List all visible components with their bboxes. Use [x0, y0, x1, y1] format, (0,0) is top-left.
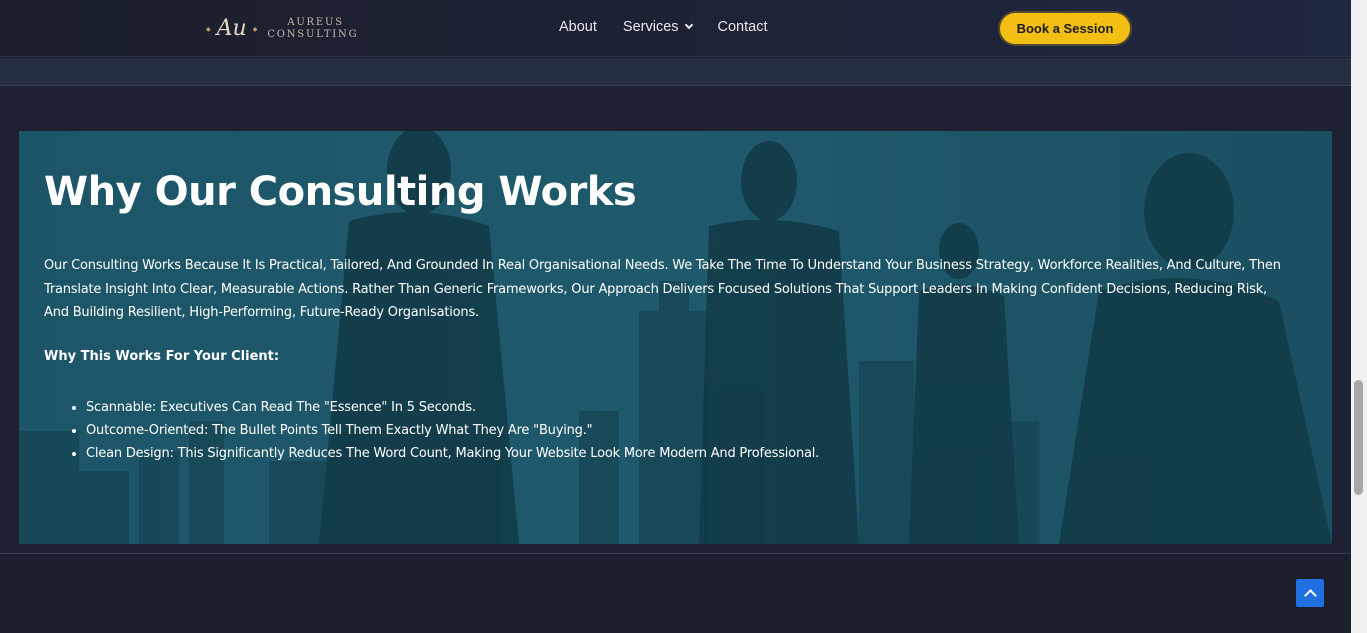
site-header: ◆ Au ◆ AUREUS CONSULTING About Services … — [0, 0, 1351, 57]
logo-star-icon: ◆ — [206, 25, 211, 33]
benefits-list: Scannable: Executives Can Read The "Esse… — [44, 396, 819, 465]
arrow-up-icon — [1303, 588, 1317, 602]
main-nav: About Services Contact — [559, 19, 768, 35]
header-strip — [0, 58, 1351, 86]
why-consulting-section: Why Our Consulting Works Our Consulting … — [19, 131, 1332, 544]
logo-line-2: CONSULTING — [267, 29, 359, 40]
logo[interactable]: ◆ Au ◆ AUREUS CONSULTING — [206, 14, 357, 44]
list-item: Outcome-Oriented: The Bullet Points Tell… — [86, 419, 819, 442]
nav-item-label: Contact — [717, 19, 768, 35]
nav-item-label: About — [559, 19, 597, 35]
nav-item-contact[interactable]: Contact — [718, 19, 768, 35]
scroll-to-top-button[interactable] — [1296, 579, 1324, 607]
section-title: Why Our Consulting Works — [44, 169, 637, 215]
nav-item-about[interactable]: About — [559, 19, 597, 35]
nav-item-services[interactable]: Services — [622, 19, 693, 35]
scrollbar-thumb[interactable] — [1354, 380, 1363, 495]
page-scrollbar[interactable] — [1351, 0, 1367, 633]
nav-item-label: Services — [622, 19, 679, 35]
logo-line-1: AUREUS — [287, 17, 344, 28]
list-item: Clean Design: This Significantly Reduces… — [86, 442, 819, 465]
logo-wordmark: AUREUS CONSULTING — [267, 17, 358, 41]
logo-star-icon: ◆ — [252, 25, 258, 33]
book-session-button[interactable]: Book a Session — [1000, 13, 1130, 44]
bottom-section — [0, 553, 1351, 633]
list-item: Scannable: Executives Can Read The "Esse… — [86, 396, 819, 419]
chevron-down-icon — [684, 20, 693, 30]
logo-monogram: Au — [216, 16, 247, 41]
section-paragraph: Our Consulting Works Because It Is Pract… — [44, 258, 1281, 320]
section-subheading: Why This Works For Your Client: — [44, 349, 280, 364]
